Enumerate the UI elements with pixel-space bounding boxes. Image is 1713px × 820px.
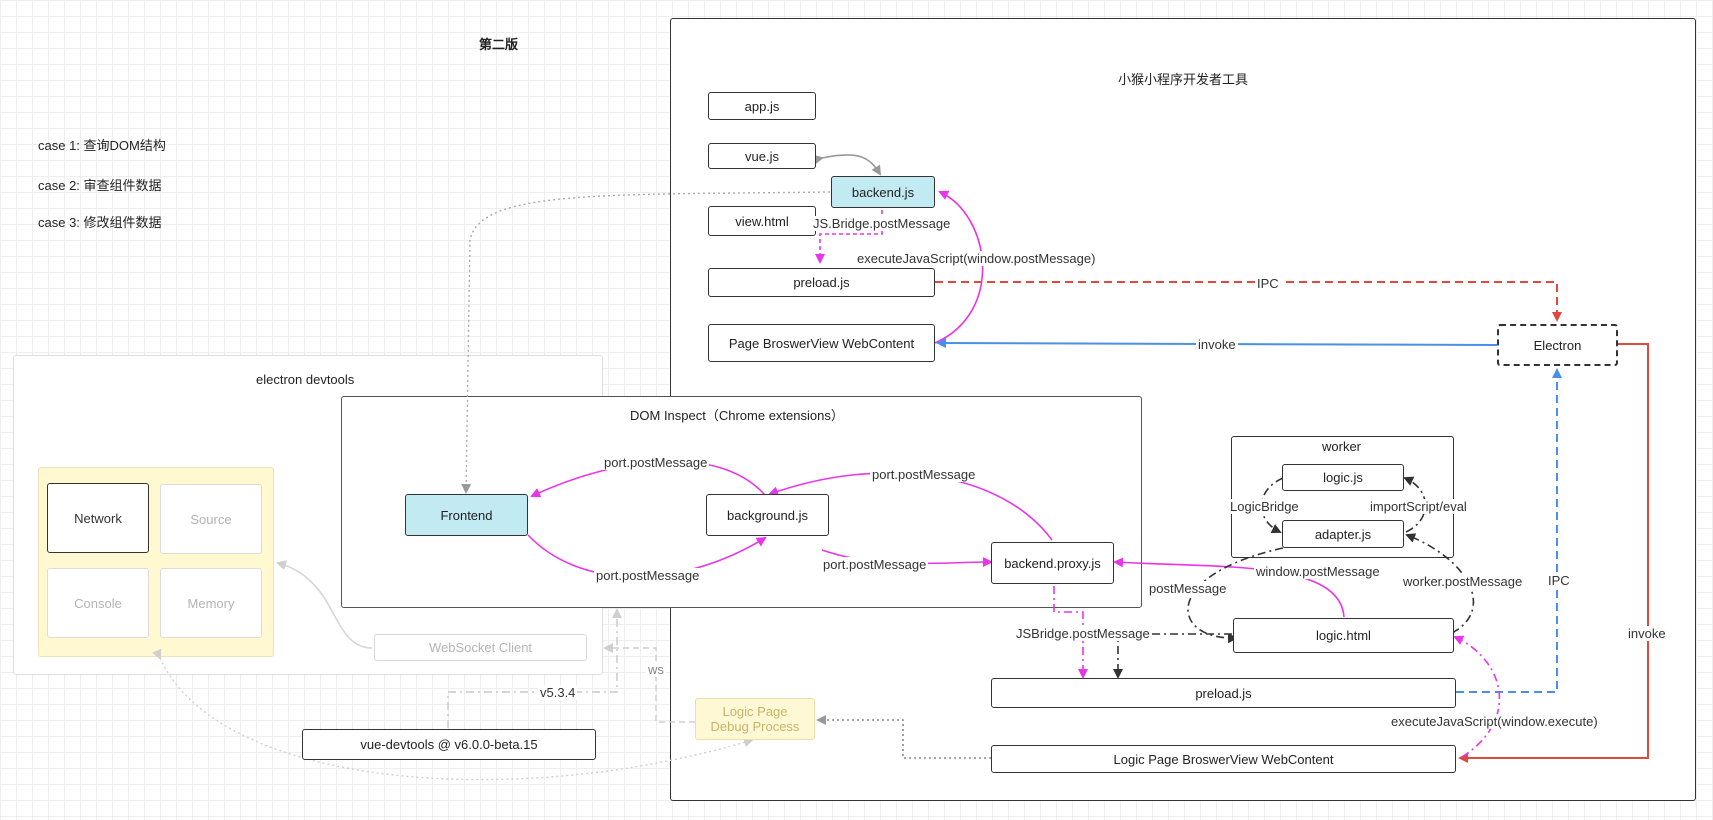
edge-execjs-top [934, 190, 984, 344]
backend-js-node[interactable]: backend.js [831, 176, 935, 208]
label-worker-post: worker.postMessage [1401, 574, 1525, 589]
edges-layer [152, 154, 1649, 781]
edge-execjs-bottom [1453, 635, 1501, 758]
label-version: v5.3.4 [538, 685, 578, 700]
label-invoke-right: invoke [1626, 626, 1668, 641]
label-port2: port.postMessage [594, 568, 702, 583]
background-js-node[interactable]: background.js [706, 494, 829, 536]
label-port1: port.postMessage [602, 455, 710, 470]
label-logicbridge: LogicBridge [1228, 499, 1301, 514]
label-execjs-bottom: executeJavaScript(window.execute) [1389, 714, 1600, 729]
edge-logic-debug [816, 715, 991, 759]
label-port4: port.postMessage [821, 557, 929, 572]
edge-ipc-right [1456, 368, 1562, 693]
edge-ipc-top [935, 281, 1562, 322]
logic-html-node[interactable]: logic.html [1233, 618, 1454, 653]
label-ws: ws [646, 662, 666, 677]
adapter-js-node[interactable]: adapter.js [1282, 520, 1404, 548]
page-webcontent-node[interactable]: Page BroswerView WebContent [708, 324, 935, 362]
label-importscript: importScript/eval [1368, 499, 1469, 514]
vue-devtools-node[interactable]: vue-devtools @ v6.0.0-beta.15 [302, 729, 596, 760]
logic-js-node[interactable]: logic.js [1282, 464, 1404, 491]
preload-js-top-node[interactable]: preload.js [708, 268, 935, 297]
websocket-client-node[interactable]: WebSocket Client [374, 634, 587, 661]
edge-invoke-right [1458, 343, 1649, 763]
label-invoke-top: invoke [1196, 337, 1238, 352]
label-ipc-right: IPC [1546, 573, 1572, 588]
electron-node[interactable]: Electron [1497, 324, 1618, 366]
label-port3: port.postMessage [870, 467, 978, 482]
logic-debug-line1: Logic Page [722, 704, 788, 719]
frontend-node[interactable]: Frontend [405, 494, 528, 536]
label-ipc-top: IPC [1255, 276, 1281, 291]
logic-webcontent-node[interactable]: Logic Page BroswerView WebContent [991, 745, 1456, 773]
preload-js-bottom-node[interactable]: preload.js [991, 678, 1456, 708]
edge-wsclient-tiles [276, 560, 373, 649]
label-jsbridge-bottom: JSBridge.postMessage [1014, 626, 1152, 641]
logic-debug-node[interactable]: Logic Page Debug Process [695, 698, 815, 740]
label-execjs-top: executeJavaScript(window.postMessage) [855, 251, 1098, 266]
label-jsbridge-top: JS.Bridge.postMessage [811, 216, 953, 231]
backend-proxy-node[interactable]: backend.proxy.js [991, 542, 1114, 584]
logic-debug-line2: Debug Process [710, 719, 800, 734]
view-html-node[interactable]: view.html [708, 206, 816, 236]
app-js-node[interactable]: app.js [708, 92, 816, 120]
edge-version [447, 608, 622, 728]
label-window-post: window.postMessage [1254, 564, 1382, 579]
vue-js-node[interactable]: vue.js [708, 143, 816, 169]
edge-ws [603, 643, 695, 723]
edge-vue-backend [813, 154, 882, 176]
label-postmessage: postMessage [1147, 581, 1229, 596]
